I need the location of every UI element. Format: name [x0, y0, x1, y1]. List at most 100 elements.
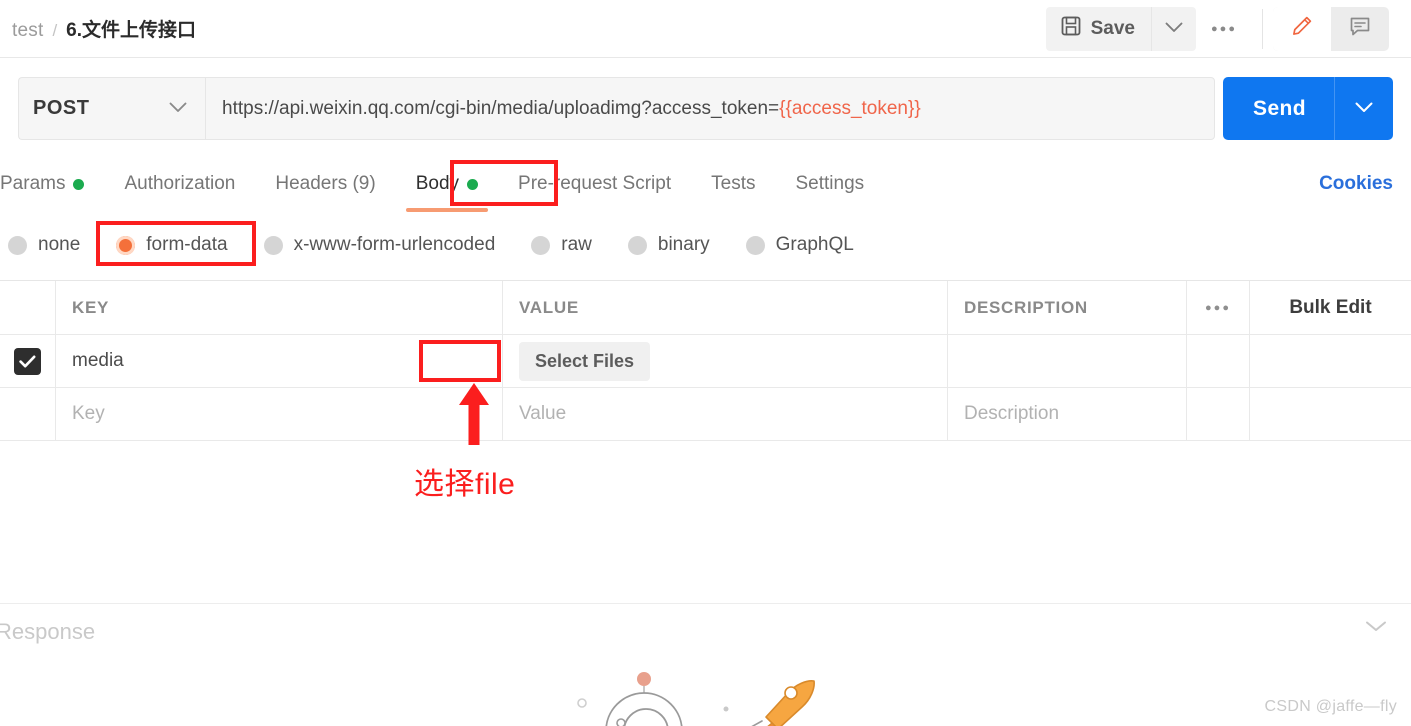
watermark: CSDN @jaffe—fly: [1264, 698, 1397, 715]
tab-label: Settings: [795, 173, 865, 194]
row-description-input[interactable]: [948, 335, 1187, 387]
body-type-graphql[interactable]: GraphQL: [728, 234, 872, 256]
pencil-icon: [1290, 14, 1314, 43]
body-type-binary[interactable]: binary: [610, 234, 728, 256]
empty-row-checkbox-cell: [0, 388, 56, 440]
row-bulk-cell: [1250, 335, 1411, 387]
tab-tests[interactable]: Tests: [691, 160, 775, 208]
tab-label: Authorization: [124, 173, 236, 194]
radio-icon: [531, 235, 551, 255]
bulk-edit-button[interactable]: Bulk Edit: [1250, 281, 1411, 334]
request-url-input[interactable]: https://api.weixin.qq.com/cgi-bin/media/…: [205, 77, 1216, 140]
edit-request-button[interactable]: [1273, 6, 1331, 51]
radio-icon: [8, 235, 27, 255]
http-method-value: POST: [33, 97, 90, 119]
body-type-radio-group: none form-data x-www-form-urlencoded raw…: [0, 222, 1411, 268]
breadcrumb-separator: /: [52, 21, 58, 40]
select-files-button[interactable]: Select Files: [519, 341, 651, 381]
comment-icon: [1348, 14, 1372, 43]
http-method-select[interactable]: POST: [18, 77, 205, 140]
body-type-label: raw: [561, 234, 592, 255]
body-type-none[interactable]: none: [0, 234, 98, 256]
breadcrumb: test / 6.文件上传接口: [0, 15, 196, 42]
cookies-link[interactable]: Cookies: [1319, 160, 1393, 208]
form-data-table: KEY VALUE DESCRIPTION ●●● Bulk Edit medi…: [0, 280, 1411, 441]
chevron-down-icon: [1355, 100, 1373, 118]
body-type-raw[interactable]: raw: [513, 234, 610, 256]
empty-row-value-input[interactable]: Value: [503, 388, 948, 440]
response-collapse-button[interactable]: [1363, 618, 1389, 639]
chevron-down-icon: [169, 100, 187, 118]
tab-label: Params: [0, 173, 66, 194]
tab-authorization[interactable]: Authorization: [104, 160, 255, 208]
empty-row-options-cell: [1187, 388, 1250, 440]
save-button[interactable]: Save: [1045, 6, 1151, 51]
response-section-header: Response: [0, 603, 1411, 659]
save-button-label: Save: [1090, 17, 1135, 39]
tab-label: Body: [415, 173, 460, 194]
tab-settings[interactable]: Settings: [776, 160, 885, 208]
breadcrumb-collection[interactable]: test: [12, 20, 43, 42]
save-dropdown-button[interactable]: [1151, 6, 1196, 51]
chevron-down-icon: [1165, 20, 1183, 38]
top-bar: test / 6.文件上传接口 Save ●●●: [0, 0, 1411, 58]
top-actions: Save ●●●: [1045, 0, 1389, 57]
row-key-input[interactable]: media: [56, 335, 503, 387]
response-title: Response: [0, 618, 96, 644]
empty-row-key-placeholder: Key: [72, 403, 105, 424]
tab-headers[interactable]: Headers (9): [255, 160, 395, 208]
empty-row-key-input[interactable]: Key: [56, 388, 503, 440]
body-type-form-data[interactable]: form-data: [98, 234, 245, 256]
row-checkbox[interactable]: [14, 347, 41, 375]
table-header-row: KEY VALUE DESCRIPTION ●●● Bulk Edit: [0, 281, 1411, 335]
body-type-label: none: [38, 234, 81, 255]
breadcrumb-request-name[interactable]: 6.文件上传接口: [66, 15, 196, 42]
request-url-text: https://api.weixin.qq.com/cgi-bin/media/…: [222, 97, 780, 119]
body-type-x-www-form-urlencoded[interactable]: x-www-form-urlencoded: [246, 234, 514, 256]
table-row-empty: Key Value Description: [0, 388, 1411, 441]
tab-label: Headers (9): [275, 173, 376, 194]
ellipsis-icon: ●●●: [1211, 22, 1237, 35]
table-row: media Select Files: [0, 335, 1411, 388]
empty-row-bulk-cell: [1250, 388, 1411, 440]
row-key-value: media: [72, 350, 124, 371]
send-button-group: Send: [1223, 77, 1393, 140]
tab-label: Tests: [711, 173, 756, 194]
request-url-variable: {{access_token}}: [779, 97, 921, 119]
row-checkbox-cell: [0, 335, 56, 387]
body-type-label: binary: [657, 234, 710, 255]
postman-request-builder: test / 6.文件上传接口 Save ●●● POST https://ap…: [0, 0, 1411, 726]
table-options-button[interactable]: ●●●: [1187, 281, 1250, 334]
send-button[interactable]: Send: [1223, 77, 1334, 140]
empty-row-value-placeholder: Value: [519, 403, 567, 424]
empty-row-description-input[interactable]: Description: [948, 388, 1187, 440]
floppy-disk-icon: [1060, 15, 1082, 42]
tab-pre-request-script[interactable]: Pre-request Script: [498, 160, 691, 208]
header-value: VALUE: [503, 281, 948, 334]
tab-params[interactable]: Params: [0, 160, 104, 208]
response-empty-state: CSDN @jaffe—fly: [0, 659, 1411, 726]
url-bar: POST https://api.weixin.qq.com/cgi-bin/m…: [0, 71, 1411, 146]
tab-body[interactable]: Body: [396, 160, 498, 212]
body-type-label: x-www-form-urlencoded: [293, 234, 496, 255]
row-value-cell[interactable]: Select Files: [503, 335, 948, 387]
tab-label: Pre-request Script: [518, 173, 672, 194]
more-actions-button[interactable]: ●●●: [1196, 7, 1252, 51]
save-button-group: Save: [1045, 6, 1196, 51]
comments-button[interactable]: [1331, 7, 1389, 51]
header-key: KEY: [56, 281, 503, 334]
request-tabs: Params Authorization Headers (9) Body Pr…: [0, 160, 1411, 212]
send-dropdown-button[interactable]: [1334, 77, 1393, 140]
radio-icon-selected: [116, 235, 136, 255]
status-dot-icon: [467, 178, 479, 190]
ellipsis-icon: ●●●: [1205, 301, 1231, 314]
radio-icon: [263, 235, 283, 255]
body-type-label: GraphQL: [775, 234, 854, 255]
header-checkbox-cell: [0, 281, 56, 334]
radio-icon: [627, 235, 647, 255]
status-dot-icon: [73, 178, 85, 190]
view-toggle-group: [1273, 6, 1389, 51]
annotation-note-text: 选择file: [414, 468, 516, 501]
header-description: DESCRIPTION: [948, 281, 1187, 334]
row-options-cell: [1187, 335, 1250, 387]
